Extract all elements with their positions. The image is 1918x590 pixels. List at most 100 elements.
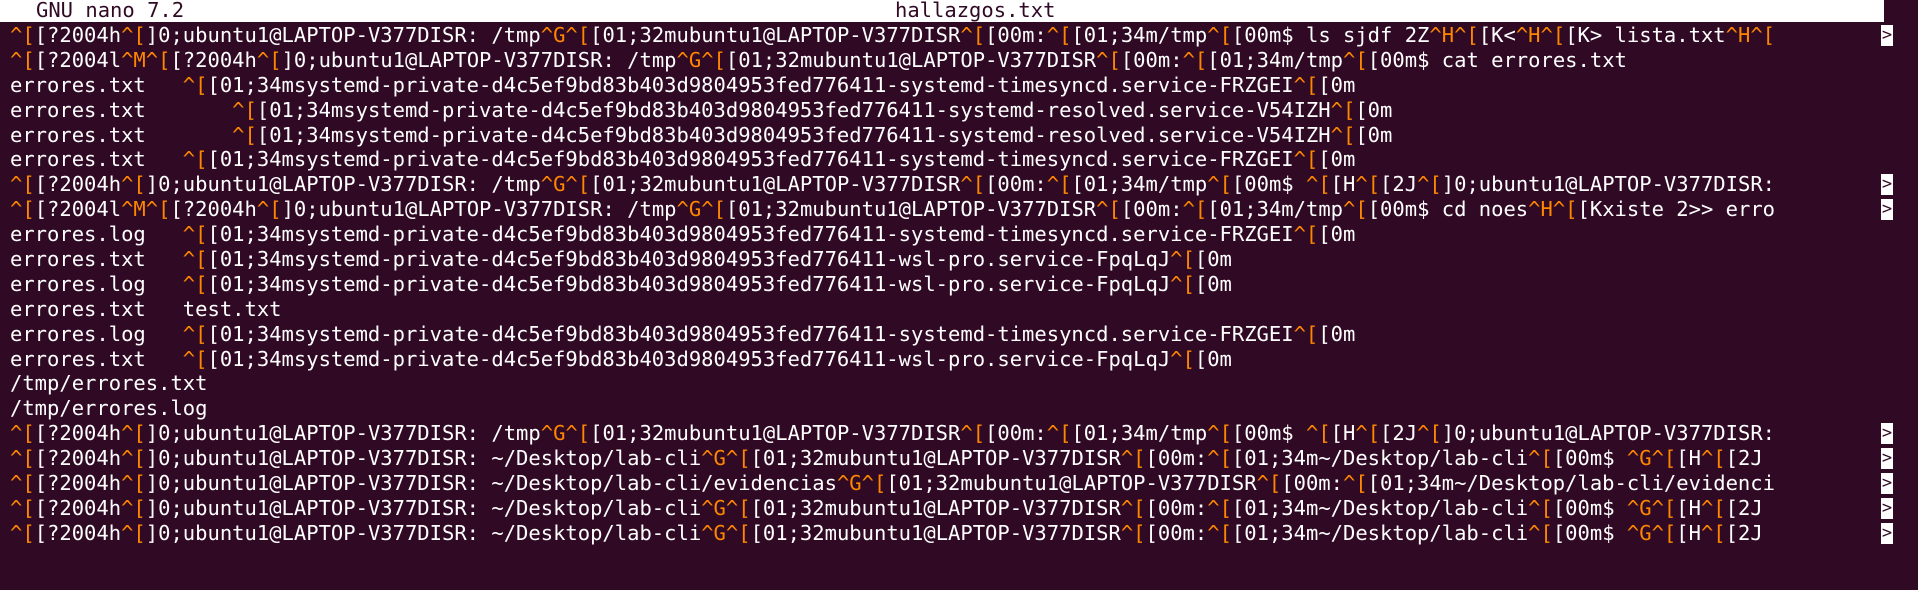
- text-segment: [01;34m/tmp: [1071, 421, 1208, 446]
- control-char: ^[: [1120, 520, 1146, 545]
- text-segment: [H: [1330, 421, 1356, 446]
- text-line[interactable]: errores.log ^[[01;34msystemd-private-d4c…: [10, 272, 1918, 297]
- control-char: ^[: [1046, 23, 1072, 47]
- line-content: ^[[?2004l^M^[[?2004h^[]0;ubuntu1@LAPTOP-…: [10, 197, 1775, 222]
- control-char: ^[: [182, 346, 208, 371]
- text-segment: [?2004h: [34, 172, 122, 197]
- control-char: ^[: [1170, 271, 1195, 296]
- text-segment: errores.txt: [10, 147, 183, 172]
- text-line[interactable]: ^[[?2004h^[]0;ubuntu1@LAPTOP-V377DISR: ~…: [10, 496, 1918, 521]
- control-char: ^[: [182, 271, 208, 296]
- control-char: ^M^[: [121, 47, 171, 72]
- text-segment: [00m$: [1552, 520, 1627, 545]
- text-line[interactable]: errores.txt test.txt: [10, 297, 1918, 322]
- text-line[interactable]: errores.txt ^[[01;34msystemd-private-d4c…: [10, 147, 1918, 172]
- text-line[interactable]: errores.txt ^[[01;34msystemd-private-d4c…: [10, 247, 1918, 272]
- line-content: errores.log ^[[01;34msystemd-private-d4c…: [10, 272, 1232, 297]
- text-line[interactable]: errores.txt ^[[01;34msystemd-private-d4c…: [10, 98, 1918, 123]
- line-overflow-marker: >: [1881, 423, 1893, 445]
- control-char: ^[: [1046, 421, 1072, 446]
- control-char: ^[: [256, 197, 282, 222]
- control-char: ^[: [1305, 421, 1331, 446]
- text-segment: ]0;ubuntu1@LAPTOP-V377DISR: ~/Desktop/la…: [145, 520, 702, 545]
- control-char: ^[: [1293, 321, 1319, 346]
- text-segment: [01;34m/tmp: [1071, 172, 1208, 197]
- text-line[interactable]: errores.txt ^[[01;34msystemd-private-d4c…: [10, 73, 1918, 98]
- text-segment: [H: [1676, 520, 1701, 545]
- text-line[interactable]: errores.txt ^[[01;34msystemd-private-d4c…: [10, 347, 1918, 372]
- text-line[interactable]: ^[[?2004l^M^[[?2004h^[]0;ubuntu1@LAPTOP-…: [10, 197, 1918, 222]
- control-char: ^[: [232, 97, 257, 122]
- text-segment: [00m:: [1145, 495, 1208, 520]
- control-char: ^[: [1417, 421, 1442, 446]
- editor-text-area[interactable]: ^[[?2004h^[]0;ubuntu1@LAPTOP-V377DISR: /…: [10, 23, 1918, 546]
- text-line[interactable]: ^[[?2004l^M^[[?2004h^[]0;ubuntu1@LAPTOP-…: [10, 48, 1918, 73]
- control-char: ^H^[: [1528, 197, 1578, 222]
- text-segment: [01;32mubuntu1@LAPTOP-V377DISR: [590, 172, 961, 197]
- text-segment: [?2004h: [170, 197, 257, 222]
- line-overflow-marker: >: [1881, 448, 1893, 470]
- text-segment: [00m$: [1231, 172, 1306, 197]
- text-segment: [01;34m/tmp: [1071, 23, 1208, 47]
- control-char: ^[: [1096, 197, 1121, 222]
- text-segment: [2J: [1725, 520, 1763, 545]
- text-line[interactable]: ^[[?2004h^[]0;ubuntu1@LAPTOP-V377DISR: /…: [10, 421, 1918, 446]
- control-char: ^[: [1182, 47, 1208, 72]
- line-content: ^[[?2004h^[]0;ubuntu1@LAPTOP-V377DISR: ~…: [10, 446, 1763, 471]
- text-segment: ]0;ubuntu1@LAPTOP-V377DISR: /tmp: [145, 421, 541, 446]
- text-line[interactable]: ^[[?2004h^[]0;ubuntu1@LAPTOP-V377DISR: ~…: [10, 446, 1918, 471]
- control-char: ^[: [10, 495, 35, 520]
- text-segment: errores.txt: [10, 72, 183, 97]
- text-line[interactable]: ^[[?2004h^[]0;ubuntu1@LAPTOP-V377DISR: /…: [10, 23, 1918, 48]
- line-content: /tmp/errores.log: [10, 396, 207, 421]
- control-char: ^[: [1293, 222, 1319, 247]
- text-line[interactable]: errores.log ^[[01;34msystemd-private-d4c…: [10, 222, 1918, 247]
- text-segment: [?2004h: [170, 47, 257, 72]
- control-char: ^[: [10, 172, 35, 197]
- control-char: ^H^[: [1429, 23, 1479, 47]
- control-char: ^G^[: [1626, 520, 1677, 545]
- text-segment: ]0;ubuntu1@LAPTOP-V377DISR: /tmp: [281, 47, 677, 72]
- control-char: ^[: [182, 321, 208, 346]
- line-content: ^[[?2004l^M^[[?2004h^[]0;ubuntu1@LAPTOP-…: [10, 48, 1627, 73]
- text-line[interactable]: /tmp/errores.txt: [10, 371, 1918, 396]
- text-segment: [?2004h: [34, 446, 122, 471]
- text-segment: ]0;ubuntu1@LAPTOP-V377DISR: /tmp: [281, 197, 677, 222]
- control-char: ^[: [1700, 520, 1726, 545]
- control-char: ^G^[: [701, 520, 751, 545]
- text-segment: ]0;ubuntu1@LAPTOP-V377DISR:: [1441, 172, 1776, 197]
- text-segment: [00m$: [1552, 495, 1627, 520]
- text-segment: /tmp/errores.txt: [10, 371, 208, 396]
- line-content: errores.txt ^[[01;34msystemd-private-d4c…: [10, 247, 1232, 272]
- control-char: ^[: [1207, 23, 1232, 47]
- control-char: ^[: [10, 47, 35, 72]
- text-segment: [0m: [1194, 247, 1232, 272]
- control-char: ^[: [121, 471, 146, 496]
- text-line[interactable]: /tmp/errores.log: [10, 396, 1918, 421]
- text-segment: errores.log: [10, 321, 183, 346]
- control-char: ^[: [1293, 72, 1319, 97]
- text-segment: [00m$ cat errores.txt: [1367, 47, 1627, 72]
- line-overflow-marker: >: [1881, 174, 1893, 196]
- text-segment: ]0;ubuntu1@LAPTOP-V377DISR:: [1441, 421, 1776, 446]
- text-segment: [01;34msystemd-private-d4c5ef9bd83b403d9…: [207, 147, 1294, 172]
- line-content: /tmp/errores.txt: [10, 371, 207, 396]
- text-line[interactable]: errores.log ^[[01;34msystemd-private-d4c…: [10, 322, 1918, 347]
- text-segment: [00m:: [985, 172, 1047, 197]
- text-line[interactable]: ^[[?2004h^[]0;ubuntu1@LAPTOP-V377DISR: /…: [10, 172, 1918, 197]
- control-char: ^[: [1355, 172, 1381, 197]
- control-char: ^H^[: [1725, 23, 1776, 47]
- line-overflow-marker: >: [1881, 473, 1893, 495]
- control-char: ^G^[: [1626, 495, 1677, 520]
- line-content: ^[[?2004h^[]0;ubuntu1@LAPTOP-V377DISR: /…: [10, 172, 1775, 197]
- text-segment: [00m$ cd noes: [1367, 197, 1529, 222]
- control-char: ^[: [1120, 495, 1146, 520]
- text-line[interactable]: errores.txt ^[[01;34msystemd-private-d4c…: [10, 123, 1918, 148]
- line-content: errores.txt ^[[01;34msystemd-private-d4c…: [10, 123, 1392, 148]
- text-segment: [2J: [1725, 446, 1763, 471]
- text-segment: [0m: [1318, 222, 1356, 247]
- text-segment: [01;34m~/Desktop/lab-cli: [1231, 495, 1529, 520]
- control-char: ^[: [1343, 197, 1368, 222]
- text-line[interactable]: ^[[?2004h^[]0;ubuntu1@LAPTOP-V377DISR: ~…: [10, 521, 1918, 546]
- text-line[interactable]: ^[[?2004h^[]0;ubuntu1@LAPTOP-V377DISR: ~…: [10, 471, 1918, 496]
